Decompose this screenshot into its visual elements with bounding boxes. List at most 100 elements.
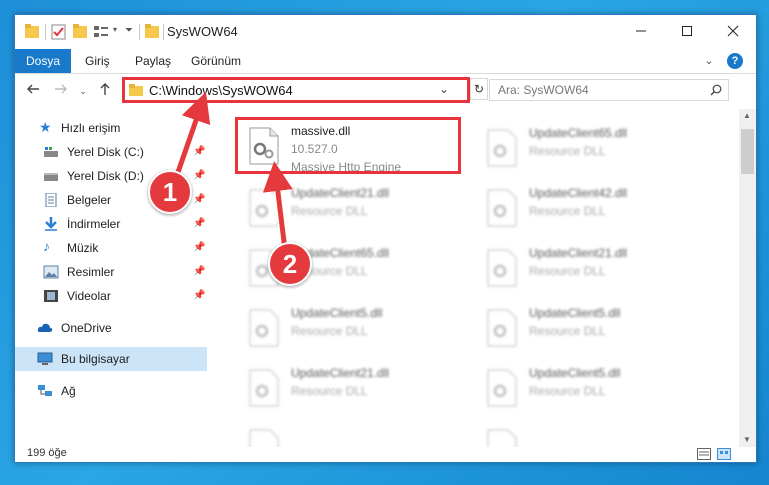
back-button[interactable]: [23, 82, 43, 100]
file-item[interactable]: UpdateClient42.dll Resource DLL: [476, 181, 698, 231]
maximize-button[interactable]: [664, 15, 710, 49]
help-icon[interactable]: ?: [727, 53, 743, 69]
expand-ribbon-icon[interactable]: ⌄: [701, 53, 717, 69]
file-name: UpdateClient21.dll: [291, 366, 390, 380]
new-folder-icon[interactable]: [73, 23, 87, 41]
sidebar-item-pictures[interactable]: Resimler 📌: [15, 260, 207, 284]
separator: [45, 24, 46, 40]
file-name: UpdateClient5.dll: [529, 366, 621, 380]
sidebar-item-network[interactable]: Ağ: [15, 379, 207, 403]
sidebar-item-music[interactable]: ♪ Müzik 📌: [15, 236, 207, 260]
file-type: Resource DLL: [291, 384, 368, 398]
file-item[interactable]: UpdateClient5.dll Resource DLL: [238, 301, 460, 351]
music-icon: ♪: [43, 238, 50, 254]
sidebar-item-label: Resimler: [67, 265, 115, 279]
tab-file[interactable]: Dosya: [15, 49, 71, 73]
sidebar-item-label: Ağ: [61, 384, 76, 398]
refresh-button[interactable]: ↻: [470, 78, 488, 100]
sidebar-item-downloads[interactable]: İndirmeler 📌: [15, 212, 207, 236]
file-item[interactable]: UpdateClient5.dll Resource DLL: [476, 301, 698, 351]
pin-icon[interactable]: 📌: [193, 242, 205, 253]
file-type: Resource DLL: [291, 324, 368, 338]
address-dropdown-icon[interactable]: ⌄: [439, 82, 449, 96]
tab-home[interactable]: Giriş: [85, 49, 110, 73]
separator: [163, 24, 164, 40]
pin-icon[interactable]: 📌: [193, 194, 205, 205]
navigation-pane: ★ Hızlı erişim Yerel Disk (C:) 📌 Yerel D…: [15, 109, 207, 447]
disk-icon: [44, 173, 58, 181]
file-type: Resource DLL: [529, 204, 606, 218]
file-name: UpdateClient21.dll: [291, 186, 390, 200]
scroll-up-icon[interactable]: ▲: [743, 111, 751, 120]
file-item[interactable]: UpdateClient5.dll Resource DLL: [476, 361, 698, 411]
file-item[interactable]: UpdateClient21.dll Resource DLL: [476, 241, 698, 291]
scroll-thumb[interactable]: [741, 129, 754, 174]
sidebar-item-videos[interactable]: Videolar 📌: [15, 284, 207, 308]
navigation-bar: ⌄ C:\Windows\SysWOW64 ⌄ ↻ Ara: SysWOW64: [15, 74, 756, 108]
file-name: UpdateClient42.dll: [529, 186, 628, 200]
sidebar-item-quick-access[interactable]: ★ Hızlı erişim: [15, 116, 207, 140]
item-count: 199 öğe: [27, 447, 67, 459]
pin-icon[interactable]: 📌: [193, 170, 205, 181]
sidebar-item-label: Yerel Disk (C:): [67, 145, 144, 159]
forward-button[interactable]: [51, 82, 71, 100]
vertical-scrollbar[interactable]: ▲ ▼: [739, 109, 756, 447]
file-item[interactable]: UpdateClient21.dll Resource DLL: [238, 181, 460, 231]
pin-icon[interactable]: 📌: [193, 290, 205, 301]
sidebar-item-label: İndirmeler: [67, 217, 121, 231]
properties-icon[interactable]: [51, 23, 67, 41]
qat-dropdown-icon[interactable]: ▾: [113, 25, 117, 34]
dll-file-icon: [487, 309, 517, 347]
scroll-down-icon[interactable]: ▼: [743, 435, 751, 444]
sidebar-item-label: OneDrive: [61, 321, 112, 335]
customize-qat-icon[interactable]: ⏷: [125, 25, 133, 36]
step-badge-1: 1: [148, 170, 192, 214]
download-icon: [45, 217, 57, 231]
file-item[interactable]: [476, 421, 698, 447]
file-item[interactable]: UpdateClient21.dll Resource DLL: [238, 361, 460, 411]
view-icon[interactable]: [93, 23, 109, 41]
sidebar-item-label: Belgeler: [67, 193, 112, 207]
file-name: UpdateClient5.dll: [529, 306, 621, 320]
sidebar-item-label: Bu bilgisayar: [61, 352, 130, 366]
status-bar: 199 öğe: [15, 447, 756, 462]
minimize-button[interactable]: [618, 15, 664, 49]
tab-view[interactable]: Görünüm: [191, 49, 241, 73]
dll-file-icon: [487, 249, 517, 287]
sidebar-item-this-pc[interactable]: Bu bilgisayar: [15, 347, 207, 371]
up-button[interactable]: [95, 82, 115, 100]
tab-share[interactable]: Paylaş: [135, 49, 171, 73]
file-item[interactable]: UpdateClient65.dll Resource DLL: [476, 121, 698, 171]
pin-icon[interactable]: 📌: [193, 266, 205, 277]
maximize-icon: [682, 26, 692, 36]
sidebar-item-onedrive[interactable]: OneDrive: [15, 316, 207, 340]
window-title: SysWOW64: [167, 24, 238, 39]
computer-icon: [37, 352, 53, 365]
details-view-icon[interactable]: [697, 448, 711, 460]
file-type: Resource DLL: [529, 324, 606, 338]
folder-icon: [145, 24, 159, 38]
recent-locations-icon[interactable]: ⌄: [73, 82, 93, 100]
back-arrow-icon: [27, 84, 39, 94]
separator: [139, 24, 140, 40]
dll-file-icon: [249, 309, 279, 347]
file-item[interactable]: [238, 421, 460, 447]
file-type: Resource DLL: [529, 144, 606, 158]
sidebar-item-disk-c[interactable]: Yerel Disk (C:) 📌: [15, 140, 207, 164]
videos-icon: [44, 290, 58, 302]
dll-file-icon: [249, 429, 279, 447]
minimize-icon: [636, 30, 646, 32]
file-name: UpdateClient21.dll: [529, 246, 628, 260]
sidebar-item-label: Müzik: [67, 241, 99, 255]
sidebar-item-label: Hızlı erişim: [61, 121, 121, 135]
pin-icon[interactable]: 📌: [193, 146, 205, 157]
cloud-icon: [37, 323, 53, 332]
address-path: C:\Windows\SysWOW64: [149, 83, 293, 98]
search-box[interactable]: Ara: SysWOW64: [489, 79, 729, 101]
file-name: UpdateClient5.dll: [291, 306, 383, 320]
pin-icon[interactable]: 📌: [193, 218, 205, 229]
close-button[interactable]: [710, 15, 756, 49]
large-icons-view-icon[interactable]: [717, 448, 731, 460]
folder-icon: [25, 24, 39, 38]
address-bar[interactable]: C:\Windows\SysWOW64 ⌄: [122, 77, 470, 103]
